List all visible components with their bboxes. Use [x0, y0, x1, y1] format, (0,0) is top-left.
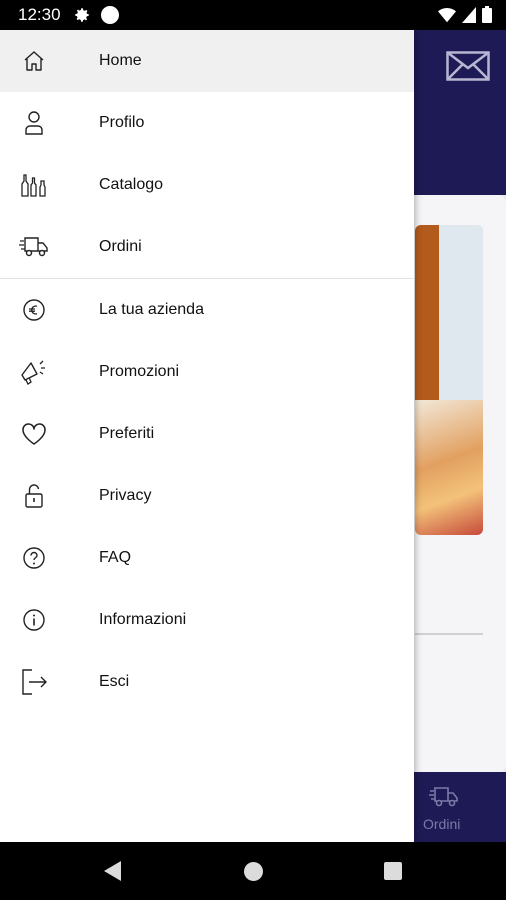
drawer-item-profilo[interactable]: Profilo — [0, 92, 414, 154]
back-icon[interactable] — [104, 861, 122, 881]
drawer-item-home[interactable]: Home — [0, 30, 414, 92]
status-time: 12:30 — [18, 5, 61, 24]
drawer-item-ordini[interactable]: Ordini — [0, 216, 414, 278]
bottles-icon — [19, 170, 49, 200]
person-icon — [19, 108, 49, 138]
wifi-icon — [438, 7, 456, 22]
system-navigation-bar — [0, 842, 506, 900]
drawer-item-promozioni[interactable]: Promozioni — [0, 341, 414, 403]
drawer-item-label: Privacy — [99, 487, 152, 504]
drawer-item-faq[interactable]: FAQ — [0, 527, 414, 589]
truck-icon — [19, 232, 49, 262]
drawer-item-label: Preferiti — [99, 425, 155, 442]
truck-icon[interactable] — [429, 785, 459, 809]
question-icon — [19, 543, 49, 573]
logout-icon — [19, 667, 49, 697]
navigation-drawer: Home Profilo Catalogo Ordini La tua azie… — [0, 30, 414, 842]
drawer-item-label: Profilo — [99, 114, 145, 131]
battery-icon — [482, 6, 492, 23]
home-icon — [19, 46, 49, 76]
drawer-item-catalogo[interactable]: Catalogo — [0, 154, 414, 216]
drawer-item-label: Ordini — [99, 238, 142, 255]
notification-dot-icon — [101, 6, 119, 24]
info-icon — [19, 605, 49, 635]
mail-icon[interactable] — [446, 51, 490, 81]
status-bar: 12:30 — [0, 0, 506, 30]
drawer-item-label: Esci — [99, 673, 130, 690]
drawer-item-label: FAQ — [99, 549, 132, 566]
drawer-item-preferiti[interactable]: Preferiti — [0, 403, 414, 465]
signal-icon — [462, 6, 476, 23]
food-image — [415, 225, 483, 535]
drawer-item-label: Promozioni — [99, 363, 180, 380]
status-icons — [438, 6, 492, 23]
recents-icon[interactable] — [384, 862, 402, 880]
drawer-item-label: Catalogo — [99, 176, 164, 193]
drawer-item-label: La tua azienda — [99, 301, 204, 318]
drawer-item-privacy[interactable]: Privacy — [0, 465, 414, 527]
bottom-nav-ordini-label[interactable]: Ordini — [423, 816, 460, 832]
heart-icon — [19, 419, 49, 449]
drawer-item-esci[interactable]: Esci — [0, 651, 414, 713]
drawer-item-informazioni[interactable]: Informazioni — [0, 589, 414, 651]
megaphone-icon — [19, 357, 49, 387]
euro-icon — [19, 295, 49, 325]
card-divider — [415, 633, 483, 635]
home-button-icon[interactable] — [244, 862, 263, 881]
drawer-item-la-tua-azienda[interactable]: La tua azienda — [0, 279, 414, 341]
gear-icon — [73, 6, 91, 24]
drawer-item-label: Home — [99, 52, 142, 69]
lock-icon — [19, 481, 49, 511]
drawer-item-label: Informazioni — [99, 611, 187, 628]
